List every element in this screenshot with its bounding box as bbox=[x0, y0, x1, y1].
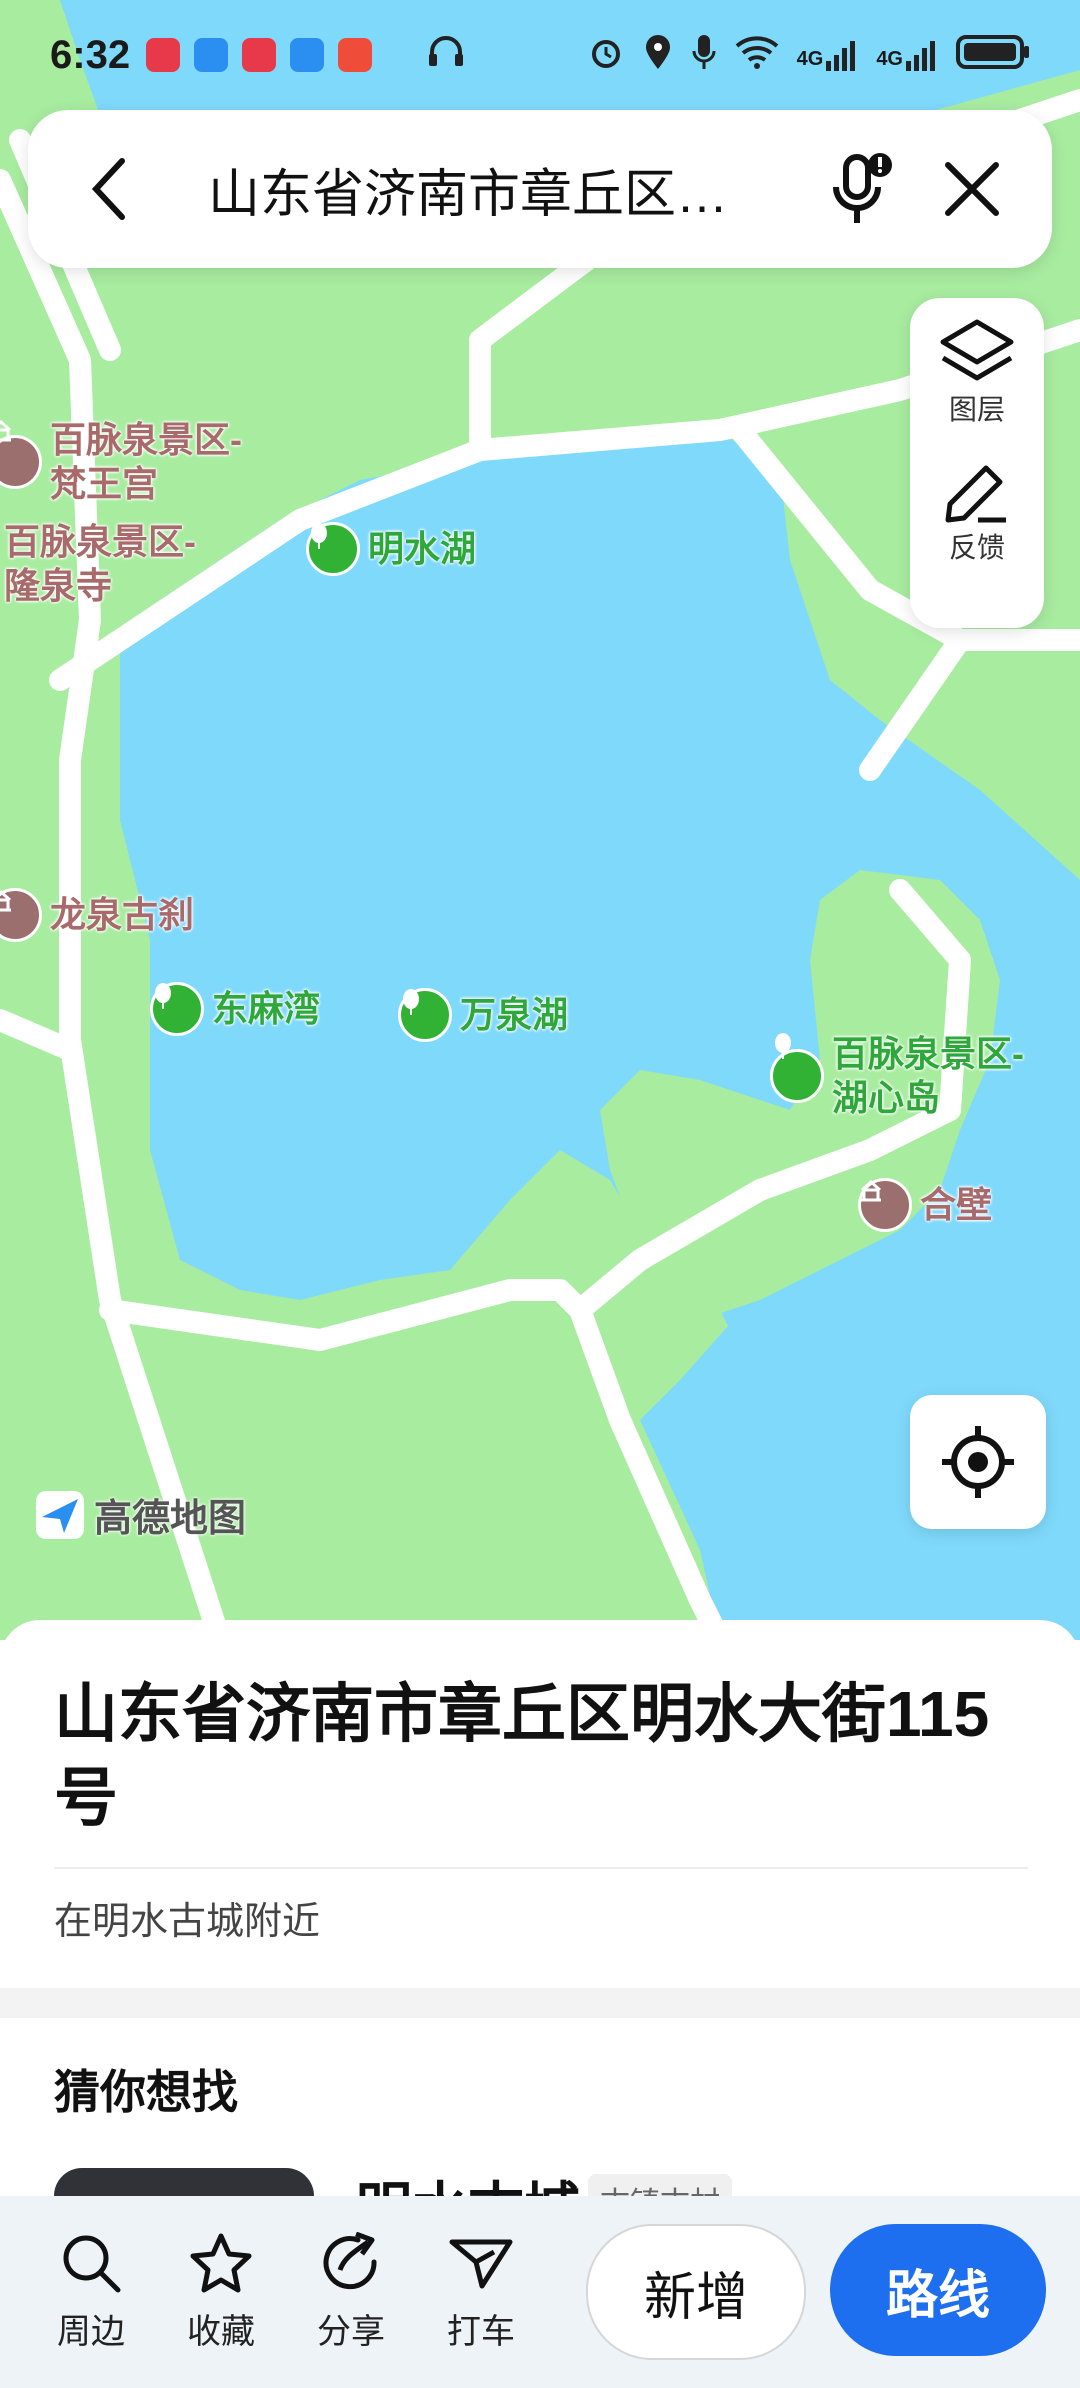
poi-label: 龙泉古刹 bbox=[50, 894, 195, 935]
layers-button[interactable]: 图层 bbox=[939, 318, 1015, 428]
poi-label: 万泉湖 bbox=[460, 994, 569, 1035]
favorite-label: 收藏 bbox=[187, 2312, 255, 2351]
clear-button[interactable] bbox=[932, 149, 1012, 229]
amap-logo-icon bbox=[36, 1490, 84, 1539]
place-address: 山东省济南市章丘区明水大街115号 bbox=[54, 1678, 990, 1834]
search-query[interactable]: 山东省济南市章丘区… bbox=[208, 152, 822, 227]
network-type-1: 4G bbox=[796, 48, 824, 70]
nearby-button[interactable]: 周边 bbox=[26, 2232, 156, 2353]
huawei-app-icon bbox=[146, 38, 181, 72]
map-tools-panel: 图层 反馈 bbox=[910, 298, 1044, 628]
share-button[interactable]: 分享 bbox=[286, 2231, 416, 2353]
temple-icon bbox=[858, 1178, 912, 1232]
microphone-status-icon bbox=[691, 33, 717, 78]
status-bar: 6:32 4G 4G bbox=[0, 0, 1080, 110]
route-button[interactable]: 路线 bbox=[830, 2224, 1046, 2356]
cloud-icon bbox=[290, 38, 325, 72]
battery-icon bbox=[956, 34, 1030, 77]
poi-label: 百脉泉景区- 隆泉寺 bbox=[4, 521, 196, 606]
chevron-left-icon bbox=[91, 158, 125, 220]
poi-mingshui-lake[interactable]: 明水湖 bbox=[306, 522, 476, 576]
poi-longquan-temple-scenic[interactable]: 百脉泉景区- 隆泉寺 bbox=[0, 520, 196, 608]
section-separator bbox=[0, 1988, 1080, 2018]
suggestions-title: 猜你想找 bbox=[54, 2066, 238, 2118]
bottom-toolbar: 周边 收藏 分享 打车 新增 路线 bbox=[0, 2196, 1080, 2388]
nearby-hint: 在明水古城附近 bbox=[54, 1901, 321, 1943]
layers-icon bbox=[940, 319, 1014, 381]
locate-me-button[interactable] bbox=[910, 1395, 1046, 1529]
signal-1-icon: 4G bbox=[797, 39, 859, 71]
microphone-icon bbox=[833, 153, 892, 223]
network-type-2: 4G bbox=[876, 48, 903, 70]
taxi-icon bbox=[449, 2239, 513, 2288]
share-label: 分享 bbox=[317, 2312, 385, 2351]
park-tree-icon bbox=[398, 988, 452, 1042]
voice-search-button[interactable] bbox=[822, 149, 902, 229]
edit-pen-icon bbox=[945, 465, 1006, 523]
messages-icon bbox=[194, 38, 229, 72]
temple-icon bbox=[0, 419, 42, 489]
favorite-button[interactable]: 收藏 bbox=[156, 2232, 286, 2353]
signal-2-icon: 4G bbox=[876, 39, 938, 71]
park-tree-icon bbox=[150, 982, 204, 1036]
recorder-icon bbox=[338, 38, 373, 72]
poi-label: 东麻湾 bbox=[212, 988, 321, 1029]
park-tree-icon bbox=[770, 1033, 824, 1103]
poi-hebi[interactable]: 合壁 bbox=[858, 1178, 992, 1232]
status-time: 6:32 bbox=[50, 32, 131, 77]
location-icon bbox=[643, 33, 673, 78]
divider bbox=[54, 1867, 1028, 1869]
search-bar[interactable]: 山东省济南市章丘区… bbox=[28, 110, 1052, 268]
back-button[interactable] bbox=[68, 149, 148, 229]
add-button[interactable]: 新增 bbox=[586, 2224, 806, 2360]
temple-icon bbox=[0, 888, 42, 942]
poi-label: 合壁 bbox=[920, 1184, 993, 1225]
poi-lake-heart-island[interactable]: 百脉泉景区- 湖心岛 bbox=[770, 1032, 1024, 1120]
poi-dongma-bay[interactable]: 东麻湾 bbox=[150, 982, 320, 1036]
layers-label: 图层 bbox=[948, 394, 1005, 425]
nearby-label: 周边 bbox=[57, 2312, 125, 2351]
logo-text: 高德地图 bbox=[94, 1498, 247, 1540]
star-icon bbox=[190, 2233, 252, 2292]
books-icon bbox=[242, 38, 277, 72]
feedback-label: 反馈 bbox=[948, 532, 1005, 563]
alarm-icon bbox=[587, 33, 625, 78]
feedback-button[interactable]: 反馈 bbox=[942, 462, 1012, 566]
park-tree-icon bbox=[306, 522, 360, 576]
amap-logo: 高德地图 bbox=[34, 1487, 246, 1542]
share-icon bbox=[323, 2231, 377, 2289]
poi-label: 百脉泉景区- 湖心岛 bbox=[832, 1033, 1024, 1118]
poi-label: 明水湖 bbox=[368, 528, 477, 569]
headphones-icon bbox=[426, 32, 466, 78]
close-icon bbox=[945, 162, 999, 216]
crosshair-icon bbox=[942, 1426, 1014, 1498]
taxi-label: 打车 bbox=[447, 2312, 515, 2351]
search-icon bbox=[63, 2235, 121, 2292]
poi-longquan-ancient-temple[interactable]: 龙泉古刹 bbox=[0, 888, 194, 942]
poi-fanwang-palace[interactable]: 百脉泉景区- 梵王宫 bbox=[0, 418, 242, 506]
poi-label: 百脉泉景区- 梵王宫 bbox=[50, 419, 242, 504]
poi-wanquan-lake[interactable]: 万泉湖 bbox=[398, 988, 568, 1042]
taxi-button[interactable]: 打车 bbox=[416, 2232, 546, 2353]
wifi-icon bbox=[735, 34, 779, 77]
